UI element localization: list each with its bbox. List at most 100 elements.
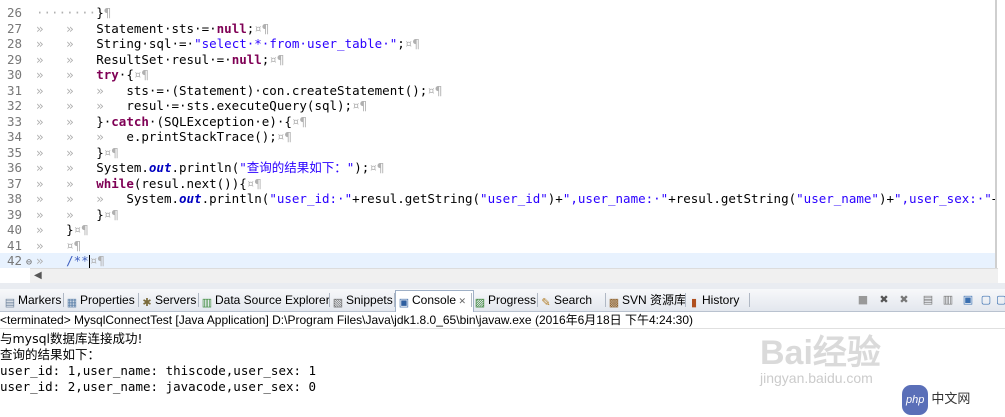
line-number: 35 <box>6 144 22 160</box>
remove-all-icon[interactable]: ✖ <box>897 293 911 307</box>
code-token: ); <box>354 160 370 175</box>
code-line[interactable]: 37 » » while(resul.next()){¤¶ <box>0 176 995 192</box>
code-token: ·{ <box>118 67 134 82</box>
view-tab-properties[interactable]: ▦ Properties <box>64 291 139 309</box>
whitespace-marker: » » <box>36 113 97 129</box>
code-token: ·(SQLException·e)·{ <box>148 113 292 129</box>
code-token: )+ <box>878 191 894 206</box>
whitespace-marker: ¤¶ <box>427 82 443 98</box>
clear-console-icon[interactable]: ▤ <box>921 293 935 307</box>
progress-icon: ▨ <box>474 297 486 309</box>
code-token: Statement·sts·=· <box>96 20 217 36</box>
whitespace-marker: » » <box>36 67 97 82</box>
line-number: 27 <box>6 20 22 36</box>
servers-icon: ✱ <box>142 297 152 309</box>
watermark-url: jingyan.baidu.com <box>760 370 873 386</box>
scroll-lock-icon[interactable]: ▥ <box>941 293 955 307</box>
view-tab-svn[interactable]: ▩ SVN 资源库 <box>606 291 686 309</box>
code-token: null <box>231 51 262 67</box>
whitespace-marker: » <box>36 237 67 253</box>
code-text: » » }¤¶ <box>36 207 119 223</box>
view-tab-label: Data Source Explorer <box>215 293 330 307</box>
code-text: » /**¤¶ <box>36 253 105 268</box>
code-line[interactable]: 26 ········}¶ <box>0 5 995 21</box>
stop-icon[interactable]: ■ <box>856 293 870 307</box>
whitespace-marker: ¤¶ <box>404 36 420 51</box>
code-token: "查询的结果如下：" <box>239 160 355 175</box>
editor-horizontal-scrollbar[interactable]: ◀ <box>30 268 998 283</box>
view-tab-progress[interactable]: ▨ Progress <box>472 291 538 309</box>
code-token: e.printStackTrace(); <box>126 129 277 144</box>
whitespace-marker: ········ <box>36 5 97 20</box>
line-number: 33 <box>6 113 22 129</box>
scroll-left-icon[interactable]: ◀ <box>34 270 42 281</box>
bottom-views-tabbar: ▤ Markers ▦ Properties ✱ Servers ▥ Data Source … <box>0 289 1005 312</box>
code-text: » » Statement·sts·=·null;¤¶ <box>36 21 269 37</box>
view-tab-label: Progress <box>488 293 537 307</box>
view-tab-servers[interactable]: ✱ Servers <box>139 291 199 309</box>
whitespace-marker: ¤¶ <box>369 160 385 175</box>
code-line[interactable]: 38» » » System.out.println("user_id:·"+r… <box>0 191 995 207</box>
line-number: 36 <box>6 160 22 175</box>
view-tab-markers[interactable]: ▤ Markers <box>2 291 64 309</box>
code-line[interactable]: 30 » » try·{¤¶ <box>0 67 995 83</box>
line-number: 29 <box>6 51 22 67</box>
whitespace-marker: ¤¶ <box>103 206 119 222</box>
code-token: +resul.getString( <box>668 191 797 206</box>
code-token: +resul.getString( <box>352 191 481 206</box>
code-text: » » try·{¤¶ <box>36 67 149 83</box>
close-tab-icon[interactable]: ✕ <box>456 296 467 306</box>
code-token: "user_id:·" <box>269 191 353 206</box>
code-line[interactable]: 27 » » Statement·sts·=·null;¤¶ <box>0 21 995 37</box>
whitespace-marker: ¤¶ <box>276 129 292 144</box>
code-token: String·sql·=· <box>96 36 195 51</box>
code-line[interactable]: 34 » » » e.printStackTrace();¤¶ <box>0 129 995 145</box>
view-tab-console[interactable]: ▣ Console ✕ <box>395 290 474 312</box>
code-token: } <box>96 206 104 222</box>
code-token: "user_id" <box>480 191 548 206</box>
line-number: 32 <box>6 98 22 113</box>
whitespace-marker: » » <box>36 51 97 67</box>
code-token: ; <box>397 36 405 51</box>
whitespace-marker: » » » <box>36 98 127 113</box>
open-console-icon[interactable]: ▢ <box>996 293 1005 307</box>
code-line[interactable]: 42 ⊖» /**¤¶ <box>0 253 995 268</box>
display-console-icon[interactable]: ▢ <box>979 293 993 307</box>
whitespace-marker: ¤¶ <box>352 98 368 113</box>
remove-launch-icon[interactable]: ✖ <box>877 293 891 307</box>
whitespace-marker: ¤¶ <box>103 144 119 160</box>
view-tab-search[interactable]: ✎ Search <box>538 291 606 309</box>
code-text: » » }·catch·(SQLException·e)·{¤¶ <box>36 114 307 130</box>
code-line[interactable]: 41 » ¤¶ <box>0 238 995 254</box>
view-tab-label: Servers <box>155 293 197 307</box>
view-tab-snippets[interactable]: ▧ Snippets <box>330 291 395 309</box>
code-line[interactable]: 31 » » » sts·=·(Statement)·con.createStat… <box>0 83 995 99</box>
pin-console-icon[interactable]: ▣ <box>961 293 975 307</box>
code-line[interactable]: 40 » }¤¶ <box>0 222 995 238</box>
snippets-icon: ▧ <box>332 297 344 309</box>
code-token: while <box>96 175 134 191</box>
code-text: » » » System.out.println("user_id:·"+res… <box>36 191 995 207</box>
line-number: 31 <box>6 82 22 98</box>
code-editor[interactable]: 26 ········}¶ 27» » Statement·sts·=·null;¤… <box>0 0 997 268</box>
whitespace-marker: » » » <box>36 129 127 144</box>
code-line[interactable]: 33 » » }·catch·(SQLException·e)·{¤¶ <box>0 114 995 130</box>
code-text: » » while(resul.next()){¤¶ <box>36 176 262 192</box>
code-line[interactable]: 36 » » System.out.println("查询的结果如下：");¤¶ <box>0 160 995 176</box>
code-line[interactable]: 29 » » ResultSet·resul·=·null;¤¶ <box>0 52 995 68</box>
line-number: 37 <box>6 175 22 191</box>
view-tab-label: Console <box>412 293 457 307</box>
console-line: 与mysql数据库连接成功! <box>0 331 143 346</box>
code-line[interactable]: 28 » » String·sql·=·"select·*·from·user_t… <box>0 36 995 52</box>
view-tab-history[interactable]: ▮ History <box>686 291 750 309</box>
console-line: user_id: 1,user_name: thiscode,user_sex:… <box>0 363 317 378</box>
view-tab-data-source-explorer[interactable]: ▥ Data Source Explorer <box>199 291 330 309</box>
code-line[interactable]: 35 » » }¤¶ <box>0 145 995 161</box>
console-line: user_id: 2,user_name: javacode,user_sex:… <box>0 379 317 394</box>
fold-toggle-icon[interactable]: ⊖ <box>26 255 36 268</box>
code-line[interactable]: 32 » » » resul·=·sts.executeQuery(sql);¤¶ <box>0 98 995 114</box>
code-token: resul·=·sts.executeQuery(sql); <box>126 98 353 113</box>
code-text: » » }¤¶ <box>36 145 119 161</box>
code-text: ········}¶ <box>36 5 111 21</box>
code-line[interactable]: 39 » » }¤¶ <box>0 207 995 223</box>
